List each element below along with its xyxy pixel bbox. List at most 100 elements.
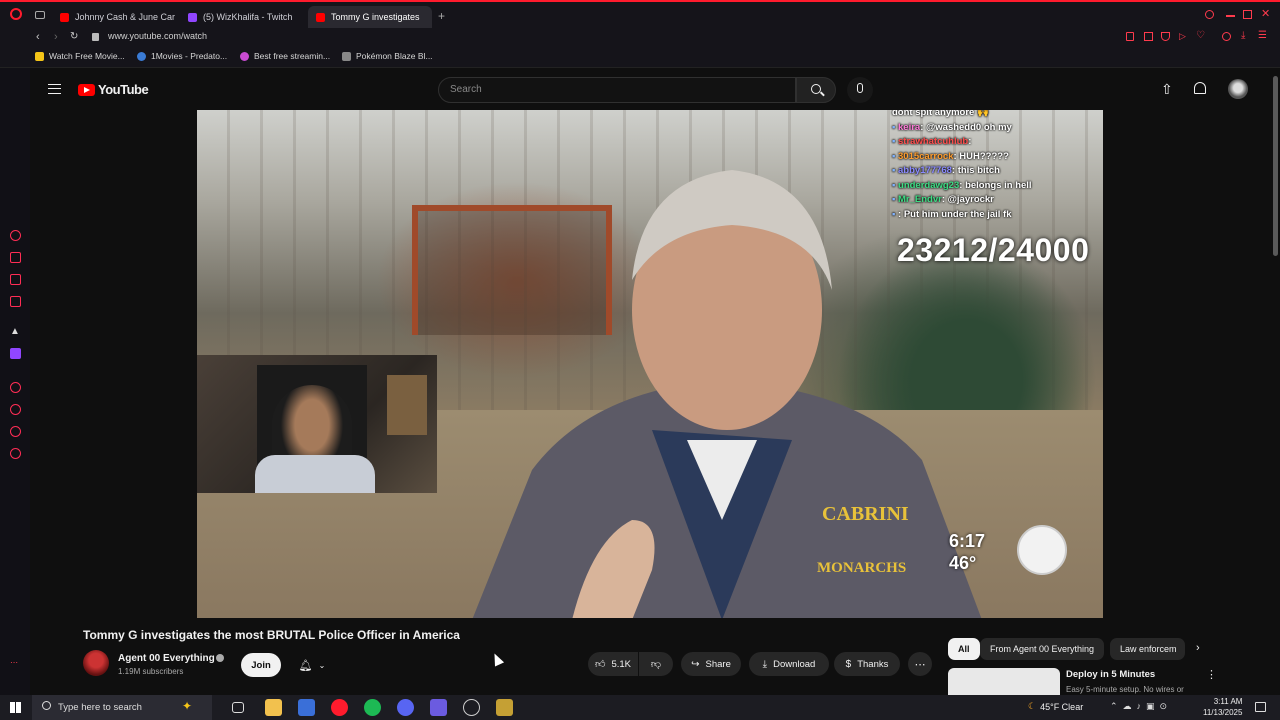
menu-icon[interactable]: ☰ bbox=[1258, 30, 1267, 41]
weather-moon-icon: ☾ bbox=[1028, 701, 1037, 711]
bookmark-favicon-icon bbox=[35, 51, 44, 61]
discord-taskbar-icon[interactable] bbox=[397, 699, 414, 716]
taskbar-search-box[interactable]: Type here to search ✦ bbox=[32, 695, 212, 720]
tab-johnny-cash[interactable]: Johnny Cash & June Car bbox=[52, 6, 177, 28]
bookmark-item[interactable]: 1Movies - Predato... bbox=[137, 51, 227, 61]
new-tab-plus-icon[interactable]: + bbox=[438, 9, 445, 23]
share-icon: ↪ bbox=[691, 658, 700, 670]
send-icon[interactable]: ▷ bbox=[1179, 31, 1186, 42]
recommendation-subtitle: Easy 5-minute setup. No wires or bbox=[1066, 685, 1184, 694]
download-icon[interactable]: ⤓ bbox=[1241, 30, 1245, 41]
tab-twitch[interactable]: (5) WizKhalifa - Twitch bbox=[180, 6, 305, 28]
search-button[interactable] bbox=[796, 77, 836, 103]
thanks-button[interactable]: $ Thanks bbox=[834, 652, 900, 676]
tab-workspaces-icon[interactable] bbox=[35, 11, 45, 19]
search-input[interactable]: Search bbox=[438, 77, 796, 103]
windows-start-icon[interactable] bbox=[10, 702, 21, 713]
download-button[interactable]: ⤓ Download bbox=[749, 652, 829, 676]
steam-taskbar-icon[interactable] bbox=[463, 699, 480, 716]
hamburger-menu-icon[interactable] bbox=[48, 84, 61, 94]
recommendation-more-icon[interactable]: ⋮ bbox=[1206, 668, 1217, 681]
search-tabs-icon[interactable] bbox=[1205, 10, 1214, 19]
chip-from-channel[interactable]: From Agent 00 Everything bbox=[980, 638, 1105, 660]
channel-name[interactable]: Agent 00 Everything bbox=[118, 653, 215, 664]
reload-icon[interactable]: ↻ bbox=[70, 31, 78, 42]
join-label: Join bbox=[251, 659, 271, 671]
back-arrow-icon[interactable]: ‹ bbox=[36, 31, 40, 43]
bell-icon: 🔔︎ bbox=[298, 659, 313, 672]
notification-center-icon[interactable] bbox=[1255, 702, 1266, 712]
page-scrollbar[interactable] bbox=[1271, 68, 1280, 695]
profile-icon[interactable] bbox=[1222, 32, 1231, 41]
account-avatar[interactable] bbox=[1228, 79, 1248, 99]
shopping-icon[interactable] bbox=[10, 252, 21, 263]
chip-label: All bbox=[958, 644, 970, 654]
close-window-button[interactable]: ✕ bbox=[1261, 7, 1270, 20]
app-grid-taskbar-icon[interactable] bbox=[430, 699, 447, 716]
chevron-right-icon[interactable]: › bbox=[1196, 642, 1200, 654]
chat-username: keira bbox=[898, 121, 921, 133]
spotify-taskbar-icon[interactable] bbox=[364, 699, 381, 716]
subscribed-bell-button[interactable]: 🔔︎ ⌄ bbox=[290, 653, 334, 677]
system-tray-icons[interactable]: ⌃☁♪▣⊙ bbox=[1110, 701, 1172, 712]
join-button[interactable]: Join bbox=[241, 653, 281, 677]
microsoft-store-icon[interactable] bbox=[298, 699, 315, 716]
app-taskbar-icon[interactable] bbox=[496, 699, 513, 716]
voice-search-button[interactable] bbox=[847, 77, 873, 103]
scrollbar-thumb[interactable] bbox=[1273, 76, 1278, 256]
apps-icon[interactable]: ▲ bbox=[10, 326, 20, 337]
opera-taskbar-icon[interactable] bbox=[331, 699, 348, 716]
twitch-sidebar-icon[interactable] bbox=[10, 348, 21, 359]
dislike-button[interactable]: 👎︎ bbox=[639, 652, 673, 676]
bookmark-item[interactable]: Watch Free Movie... bbox=[35, 51, 125, 61]
notifications-bell-icon[interactable] bbox=[1194, 82, 1206, 94]
messenger-icon[interactable] bbox=[10, 296, 21, 307]
taskbar-clock[interactable]: 3:11 AM 11/13/2025 bbox=[1203, 696, 1242, 718]
chat-text: : Put him under the jail fk bbox=[898, 208, 1012, 220]
shield-icon[interactable] bbox=[1161, 32, 1170, 41]
chip-label: Law enforcem bbox=[1120, 644, 1177, 654]
recommendation-thumbnail[interactable] bbox=[948, 668, 1060, 695]
history-icon[interactable] bbox=[10, 404, 21, 415]
heart-icon[interactable]: ♡ bbox=[1196, 30, 1205, 41]
sidebar-more-icon[interactable]: ⋯ bbox=[10, 658, 18, 667]
maximize-window-button[interactable] bbox=[1243, 10, 1252, 19]
recommendation-title[interactable]: Deploy in 5 Minutes bbox=[1066, 669, 1155, 680]
pin-icon[interactable] bbox=[1126, 32, 1134, 41]
minimize-window-button[interactable] bbox=[1226, 15, 1235, 17]
forward-arrow-icon[interactable]: › bbox=[54, 31, 58, 43]
spotify-sidebar-icon[interactable] bbox=[10, 382, 21, 393]
like-button[interactable]: 👍︎ 5.1K bbox=[588, 652, 638, 676]
chat-text: : @jayrockr bbox=[941, 194, 994, 205]
ai-tools-icon[interactable] bbox=[10, 274, 21, 285]
opera-logo-icon[interactable] bbox=[10, 8, 22, 20]
channel-avatar[interactable] bbox=[83, 650, 109, 676]
youtube-logo[interactable]: YouTube bbox=[78, 82, 149, 97]
bookmark-label: Pokémon Blaze Bl... bbox=[356, 51, 433, 61]
share-button[interactable]: ↪ Share bbox=[681, 652, 741, 676]
streamer-webcam bbox=[197, 355, 437, 493]
file-explorer-icon[interactable] bbox=[265, 699, 282, 716]
bookmark-label: Best free streamin... bbox=[254, 51, 331, 61]
video-player[interactable]: CABRINI MONARCHS dont spit anymore 🙌 ▪ ke… bbox=[197, 110, 1103, 618]
chip-law-enforcement[interactable]: Law enforcem bbox=[1110, 638, 1185, 660]
youtube-logo-text: YouTube bbox=[98, 82, 149, 97]
tab-tommy-g[interactable]: Tommy G investigates bbox=[308, 6, 432, 28]
like-count: 5.1K bbox=[611, 658, 631, 670]
settings-icon[interactable] bbox=[10, 448, 21, 459]
url-field[interactable]: www.youtube.com/watch bbox=[108, 31, 207, 41]
upload-icon[interactable]: ⇧ bbox=[1161, 81, 1173, 98]
snapshot-icon[interactable] bbox=[1144, 32, 1153, 41]
aria-icon[interactable] bbox=[10, 230, 21, 241]
chevron-down-icon: ⌄ bbox=[318, 660, 326, 670]
chat-text: : bbox=[968, 136, 972, 147]
chip-all[interactable]: All bbox=[948, 638, 980, 660]
task-view-icon[interactable] bbox=[232, 702, 244, 713]
bookmark-item[interactable]: Pokémon Blaze Bl... bbox=[342, 51, 433, 61]
lock-icon bbox=[92, 33, 99, 41]
weather-widget[interactable]: ☾ 45°F Clear bbox=[1028, 701, 1083, 712]
extensions-icon[interactable] bbox=[10, 426, 21, 437]
chat-message: ▪ abby177768: this bitch bbox=[892, 164, 1102, 179]
bookmark-item[interactable]: Best free streamin... bbox=[240, 51, 330, 61]
more-actions-button[interactable]: ⋯ bbox=[908, 652, 932, 676]
